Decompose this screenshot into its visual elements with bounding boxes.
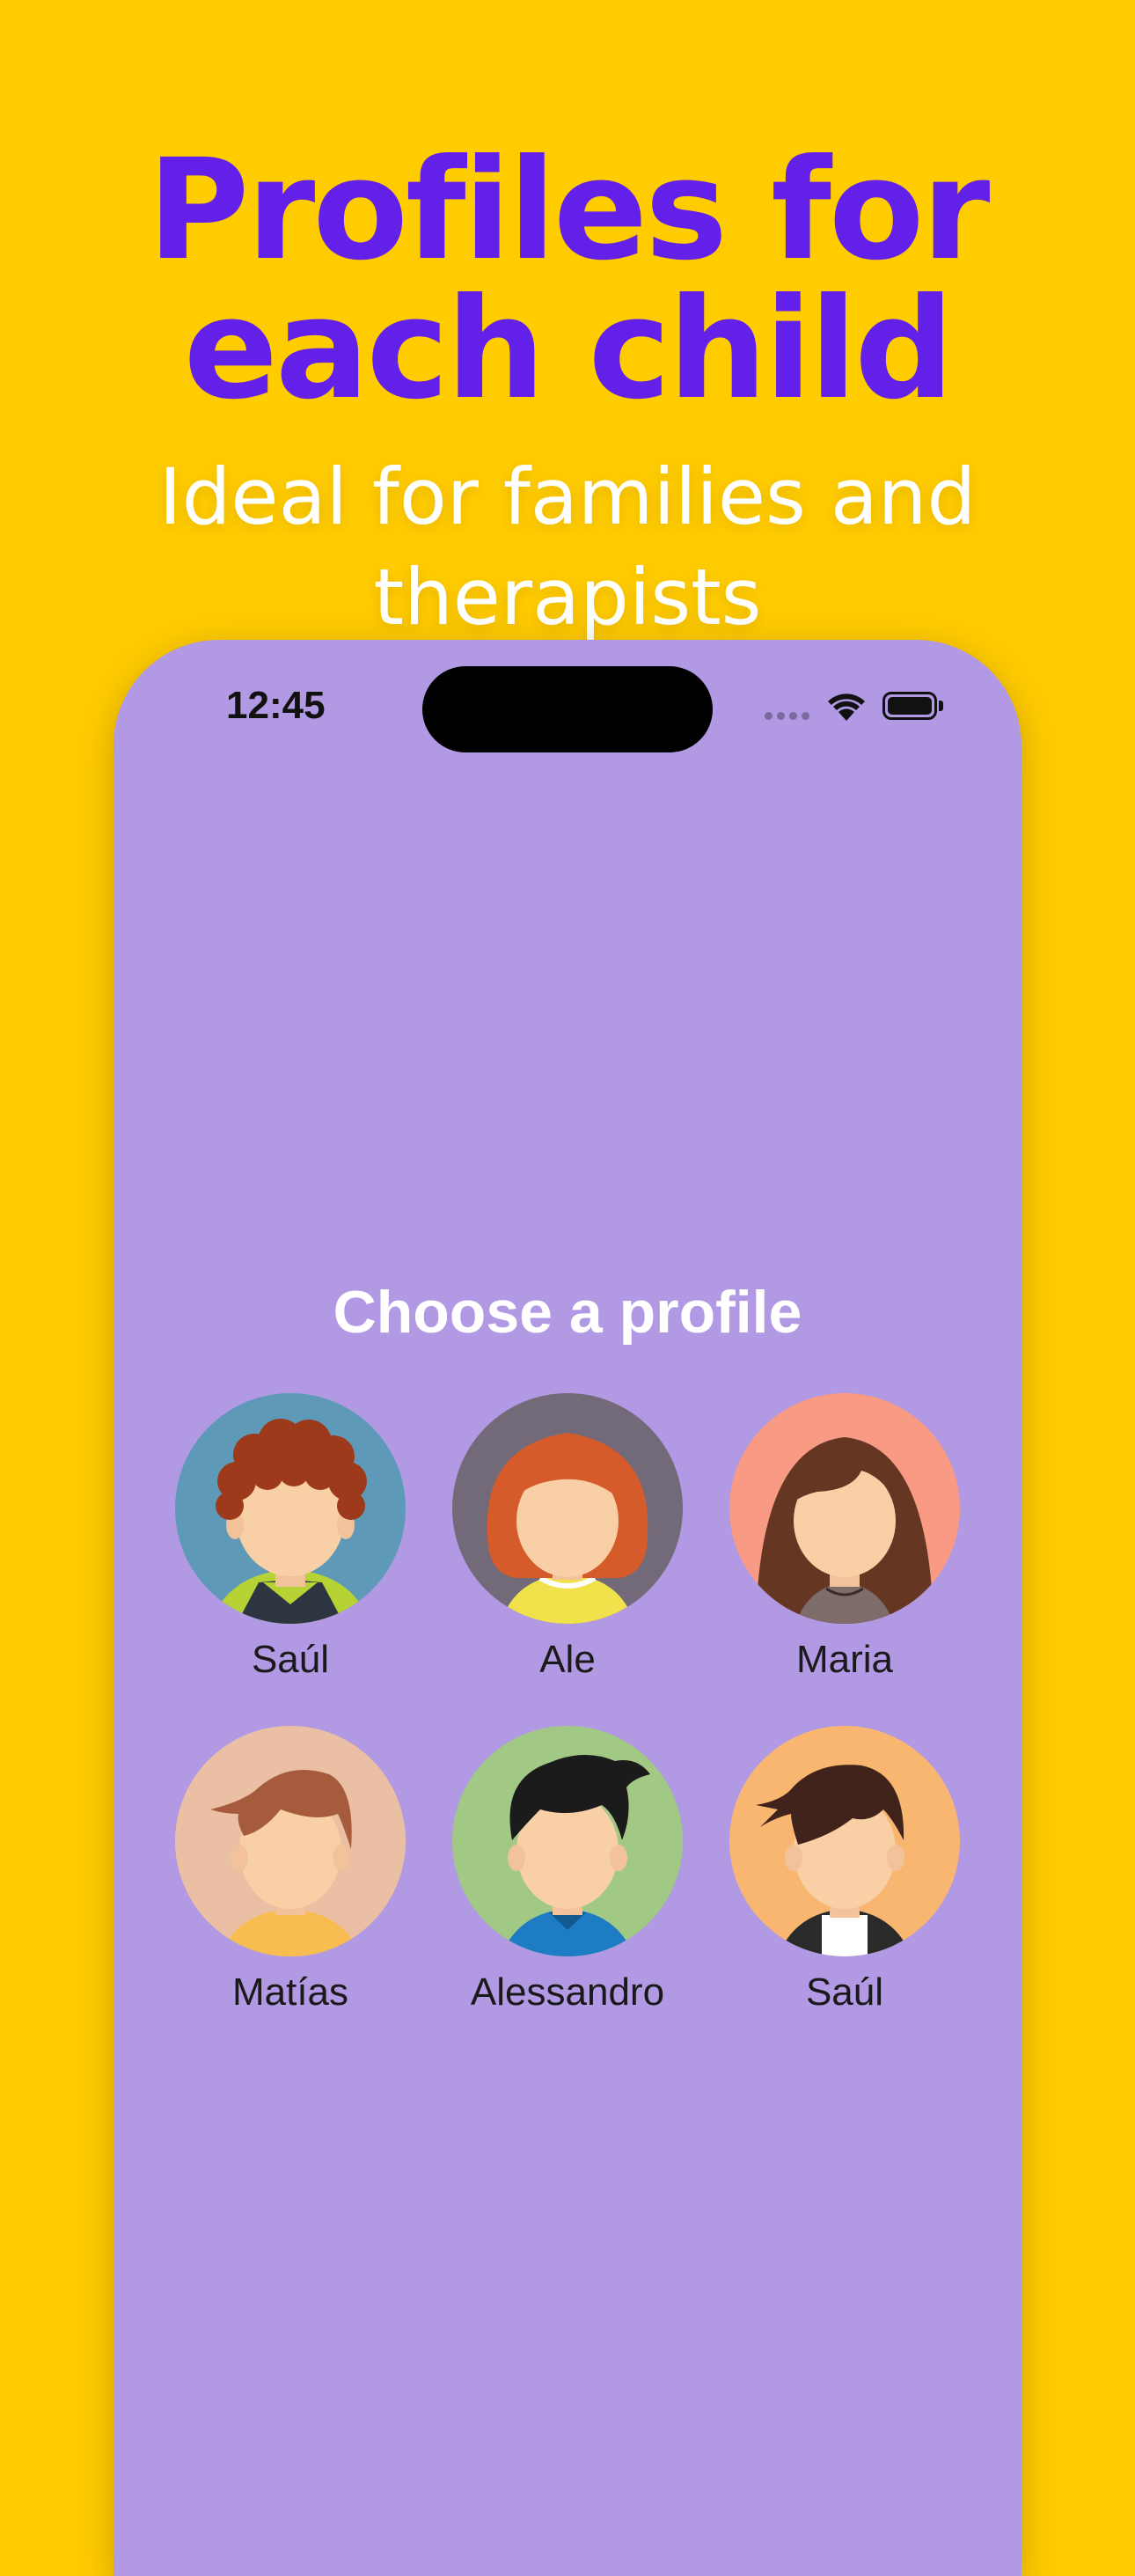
boy-black-hair-avatar[interactable] xyxy=(452,1726,683,1956)
status-bar-time: 12:45 xyxy=(226,684,326,727)
profile-grid: Saúl Ale Maria Matías Alessandro Saúl xyxy=(175,1393,960,2015)
profile-name: Ale xyxy=(539,1638,596,1681)
cellular-signal-icon xyxy=(765,712,809,720)
subheadline: Ideal for families and therapists xyxy=(0,447,1135,648)
profile-name: Saúl xyxy=(805,1971,884,2014)
girl-long-brown-hair-avatar[interactable] xyxy=(729,1393,960,1624)
dynamic-island xyxy=(422,666,713,752)
profile-item[interactable]: Ale xyxy=(452,1393,683,1682)
headline-line-1: Profiles for xyxy=(147,129,991,291)
profile-item[interactable]: Matías xyxy=(175,1726,406,2015)
profile-item[interactable]: Maria xyxy=(729,1393,960,1682)
phone-screen: 12:45 Choose a profile Saúl Ale Maria Ma… xyxy=(114,640,1022,2576)
wifi-icon xyxy=(828,694,865,721)
profile-name: Matías xyxy=(231,1971,349,2014)
choose-profile-title: Choose a profile xyxy=(333,1279,802,1346)
headline-line-2: each child xyxy=(183,268,954,430)
boy-dark-brown-hair-avatar[interactable] xyxy=(729,1726,960,1956)
profile-name: Maria xyxy=(795,1638,894,1681)
profile-item[interactable]: Saúl xyxy=(175,1393,406,1682)
battery-cap xyxy=(939,701,943,711)
headline: Profiles for each child xyxy=(0,141,1135,419)
girl-orange-hair-avatar[interactable] xyxy=(452,1393,683,1624)
battery-icon xyxy=(882,692,937,720)
boy-brown-hair-avatar[interactable] xyxy=(175,1726,406,1956)
subheadline-line-1: Ideal for families and xyxy=(158,451,977,542)
subheadline-line-2: therapists xyxy=(373,552,762,642)
profile-name: Alessandro xyxy=(470,1971,665,2014)
profile-name: Saúl xyxy=(251,1638,330,1681)
profile-item[interactable]: Alessandro xyxy=(452,1726,683,2015)
profile-item[interactable]: Saúl xyxy=(729,1726,960,2015)
boy-curly-red-hair-avatar[interactable] xyxy=(175,1393,406,1624)
